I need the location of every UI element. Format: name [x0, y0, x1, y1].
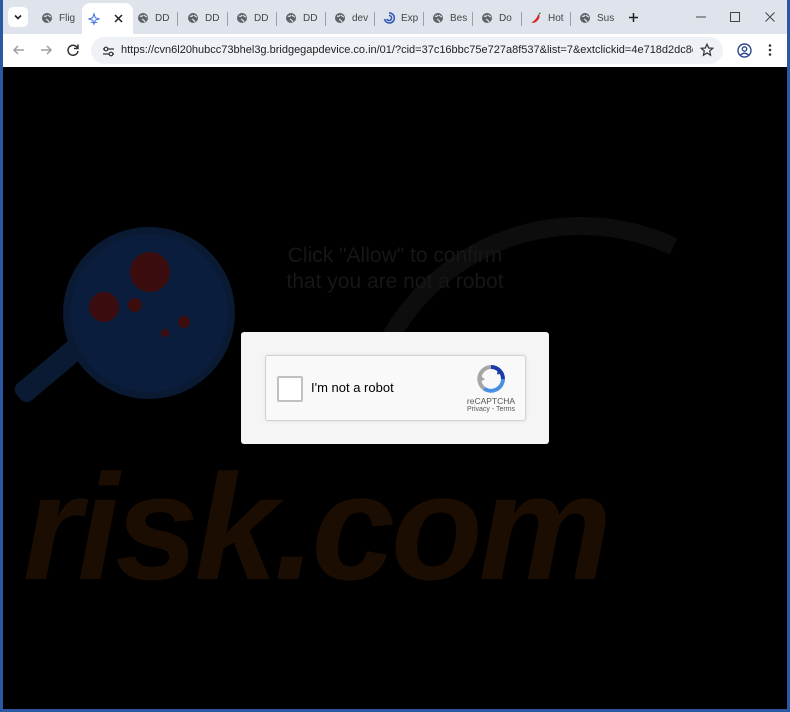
tab-active[interactable] [82, 3, 133, 34]
more-vert-icon [768, 44, 772, 56]
recaptcha-widget: I'm not a robot reCAPTCHA Privacy - Term… [265, 355, 526, 421]
minimize-button[interactable] [694, 10, 708, 24]
new-tab-button[interactable] [625, 9, 641, 25]
tab-11[interactable]: Hot [530, 4, 571, 32]
url-text[interactable]: https://cvn6l20hubcc73bhel3g.bridgegapde… [121, 44, 693, 56]
recaptcha-brand: reCAPTCHA [466, 396, 516, 406]
globe-icon [41, 12, 53, 24]
tab-label: DD [303, 12, 318, 24]
swirl-icon [383, 12, 395, 24]
recaptcha-logo-icon [477, 365, 505, 393]
not-robot-label: I'm not a robot [311, 380, 394, 395]
address-bar[interactable]: https://cvn6l20hubcc73bhel3g.bridgegapde… [91, 37, 723, 64]
close-icon [765, 12, 775, 22]
menu-button[interactable] [762, 42, 778, 58]
bookmark-button[interactable] [699, 42, 715, 58]
globe-icon [481, 12, 493, 24]
tab-6[interactable]: DD [285, 4, 326, 32]
tab-label: Bes [450, 12, 468, 24]
sparkle-icon [88, 11, 100, 26]
tab-9[interactable]: Bes [432, 4, 473, 32]
browser-toolbar: https://cvn6l20hubcc73bhel3g.bridgegapde… [3, 34, 787, 67]
page-content: risk.com Click "Allow" to confirm that y… [3, 67, 787, 709]
globe-icon [187, 12, 199, 24]
back-button[interactable] [11, 42, 27, 58]
tab-12[interactable]: Sus [579, 4, 619, 32]
arrow-right-icon [41, 45, 53, 55]
plus-icon [628, 12, 638, 22]
tune-icon [102, 46, 114, 56]
tab-4[interactable]: DD [187, 4, 228, 32]
forward-button[interactable] [38, 42, 54, 58]
maximize-icon [730, 12, 740, 22]
globe-icon [137, 12, 149, 24]
tab-7[interactable]: dev [334, 4, 375, 32]
tab-label: DD [254, 12, 269, 24]
tab-5[interactable]: DD [236, 4, 277, 32]
globe-icon [285, 12, 297, 24]
profile-button[interactable] [736, 42, 752, 58]
tab-label: Hot [548, 12, 564, 24]
account-circle-icon [736, 42, 752, 58]
tab-10[interactable]: Do [481, 4, 522, 32]
tab-8[interactable]: Exp [383, 4, 424, 32]
tab-label: Exp [401, 12, 419, 24]
close-icon[interactable] [112, 12, 124, 24]
not-robot-checkbox[interactable] [277, 376, 303, 402]
recaptcha-links: Privacy - Terms [466, 406, 516, 413]
minimize-icon [696, 16, 706, 18]
pepper-icon [530, 12, 542, 24]
globe-icon [579, 12, 591, 24]
globe-icon [236, 12, 248, 24]
tab-label: dev [352, 12, 369, 24]
reload-icon [67, 44, 79, 57]
tab-search-button[interactable] [8, 7, 28, 27]
watermark-text: risk.com [23, 443, 612, 611]
tab-label: DD [155, 12, 170, 24]
arrow-left-icon [12, 45, 24, 55]
maximize-button[interactable] [728, 10, 742, 24]
tab-3[interactable]: DD [137, 4, 178, 32]
globe-icon [334, 12, 346, 24]
star-icon [700, 43, 714, 57]
captcha-dialog: I'm not a robot reCAPTCHA Privacy - Term… [241, 332, 549, 444]
page-headline: Click "Allow" to confirm that you are no… [286, 244, 504, 293]
tab-strip: Flig DD DD DD DD dev Exp Bes Do Hot Sus [3, 0, 787, 34]
globe-icon [432, 12, 444, 24]
chevron-down-icon [14, 14, 22, 20]
browser-window: Flig DD DD DD DD dev Exp Bes Do Hot Sus … [3, 0, 787, 709]
tab-label: Flig [59, 12, 76, 24]
privacy-link[interactable]: Privacy [467, 406, 490, 413]
close-window-button[interactable] [763, 10, 777, 24]
site-info-button[interactable] [99, 42, 117, 60]
tab-label: Do [499, 12, 512, 24]
tab-label: DD [205, 12, 220, 24]
tab-label: Sus [597, 12, 615, 24]
terms-link[interactable]: Terms [496, 406, 515, 413]
reload-button[interactable] [65, 42, 81, 58]
